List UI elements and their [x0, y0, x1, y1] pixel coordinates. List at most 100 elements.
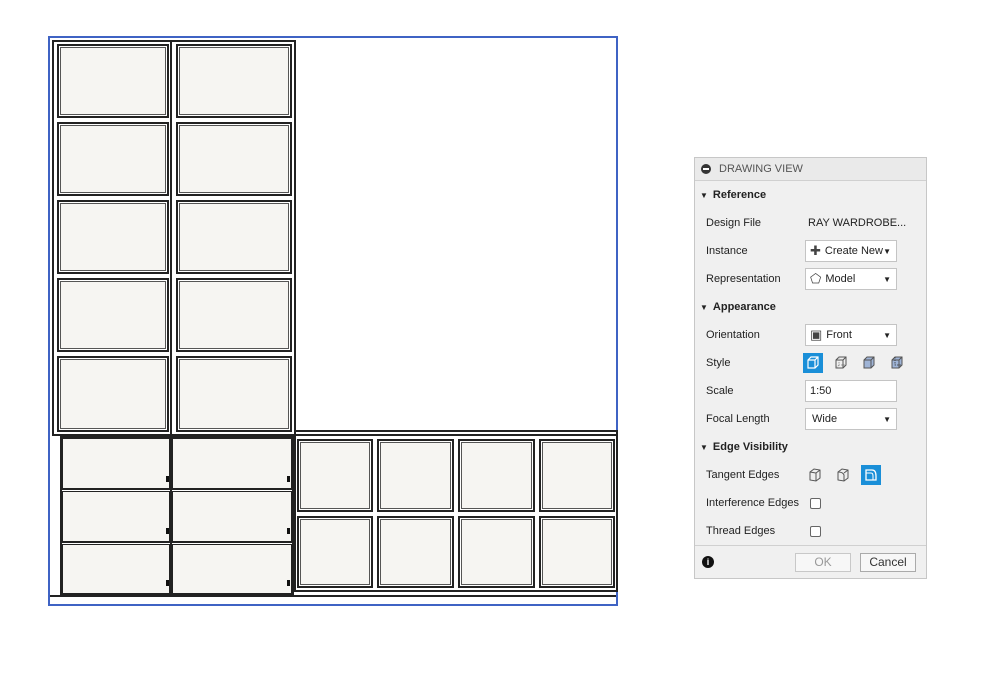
- representation-row: Representation ⬠ Model ▼: [695, 265, 926, 293]
- low-cabinet-top: [294, 434, 618, 436]
- drawer-handle: [166, 476, 169, 482]
- drawer-front: [172, 438, 292, 489]
- drawer-front: [62, 438, 170, 489]
- visible-edges-style-icon[interactable]: [803, 353, 823, 373]
- chevron-down-icon: ▼: [883, 330, 891, 340]
- interference-edges-label: Interference Edges: [706, 497, 799, 509]
- cabinet-door: [458, 516, 535, 588]
- cancel-button-label: Cancel: [869, 555, 907, 569]
- section-reference[interactable]: ▼ Reference: [695, 181, 926, 209]
- front-cube-icon: ▣: [810, 327, 823, 342]
- instance-dropdown[interactable]: ✚ Create New ▼: [805, 240, 897, 262]
- instance-value: Create New: [824, 245, 883, 257]
- focal-length-row: Focal Length Wide ▼: [695, 405, 926, 433]
- shaded-hidden-style-icon[interactable]: [887, 353, 907, 373]
- cabinet-door: [458, 439, 535, 512]
- drawer-handle: [166, 580, 169, 586]
- interference-edges-row: Interference Edges: [695, 489, 926, 517]
- instance-row: Instance ✚ Create New ▼: [695, 237, 926, 265]
- orientation-value: Front: [826, 329, 852, 341]
- collapse-icon[interactable]: [701, 164, 711, 174]
- orientation-row: Orientation ▣ Front ▼: [695, 321, 926, 349]
- drawer-front: [62, 544, 170, 594]
- drawer-divider: [62, 541, 294, 543]
- thread-edges-label: Thread Edges: [706, 525, 776, 537]
- dialog-header: DRAWING VIEW: [695, 158, 926, 181]
- drawer-front: [62, 491, 170, 542]
- shelf-panel: [176, 278, 292, 352]
- triangle-down-icon: ▼: [700, 442, 708, 452]
- chevron-down-icon: ▼: [883, 274, 891, 284]
- drawer-handle: [287, 528, 290, 534]
- shelf-panel: [176, 356, 292, 432]
- drawer-handle: [287, 580, 290, 586]
- cancel-button[interactable]: Cancel: [860, 552, 916, 572]
- orientation-label: Orientation: [706, 329, 760, 341]
- tall-unit-divider: [170, 40, 172, 436]
- thread-edges-row: Thread Edges: [695, 517, 926, 545]
- focal-length-dropdown[interactable]: Wide ▼: [805, 408, 897, 430]
- focal-length-label: Focal Length: [706, 413, 770, 425]
- section-reference-label: Reference: [712, 189, 767, 201]
- cabinet-door: [297, 439, 373, 512]
- section-edge-visibility[interactable]: ▼ Edge Visibility: [695, 433, 926, 461]
- representation-value: Model: [825, 273, 856, 285]
- tangent-edges-label: Tangent Edges: [706, 469, 780, 481]
- shelf-panel: [57, 122, 169, 196]
- section-appearance-label: Appearance: [712, 301, 776, 313]
- tangent-off-icon[interactable]: [805, 465, 825, 485]
- cabinet-door: [539, 439, 615, 512]
- ok-button[interactable]: OK: [795, 552, 851, 572]
- design-file-value: RAY WARDROBE...: [808, 217, 907, 229]
- cabinet-door: [377, 439, 454, 512]
- chevron-down-icon: ▼: [883, 246, 891, 256]
- drawing-view-dialog: DRAWING VIEW ▼ Reference Design File RAY…: [694, 157, 927, 579]
- representation-label: Representation: [706, 273, 781, 285]
- instance-label: Instance: [706, 245, 748, 257]
- section-edge-visibility-label: Edge Visibility: [712, 441, 788, 453]
- style-row: Style: [695, 349, 926, 377]
- plus-outline-icon: ✚: [810, 243, 821, 258]
- style-label: Style: [706, 357, 731, 369]
- scale-row: Scale 1:50: [695, 377, 926, 405]
- drawer-front: [172, 544, 292, 594]
- scale-value: 1:50: [810, 385, 832, 397]
- focal-length-value: Wide: [812, 413, 838, 425]
- tangent-edges-row: Tangent Edges: [695, 461, 926, 489]
- tangent-edges-options: [805, 465, 886, 485]
- triangle-down-icon: ▼: [700, 302, 708, 312]
- design-file-row: Design File RAY WARDROBE...: [695, 209, 926, 237]
- interference-edges-checkbox[interactable]: [810, 497, 821, 509]
- drawer-front: [172, 491, 292, 542]
- shelf-panel: [57, 200, 169, 274]
- shaded-style-icon[interactable]: [859, 353, 879, 373]
- drawing-view-preview[interactable]: [48, 36, 618, 606]
- cabinet-door: [297, 516, 373, 588]
- drawer-center-divider: [170, 436, 172, 596]
- chevron-down-icon: ▼: [883, 414, 891, 424]
- plinth-line: [50, 595, 616, 597]
- style-options: [803, 353, 912, 373]
- shelf-panel: [57, 278, 169, 352]
- scale-input[interactable]: 1:50: [805, 380, 897, 402]
- section-appearance[interactable]: ▼ Appearance: [695, 293, 926, 321]
- hidden-edges-style-icon[interactable]: [831, 353, 851, 373]
- drawer-handle: [166, 528, 169, 534]
- drawer-divider: [62, 488, 294, 490]
- shelf-panel: [176, 44, 292, 118]
- tangent-full-icon[interactable]: [833, 465, 853, 485]
- representation-dropdown[interactable]: ⬠ Model ▼: [805, 268, 897, 290]
- shelf-panel: [176, 200, 292, 274]
- model-icon: ⬠: [810, 271, 822, 286]
- shelf-panel: [57, 44, 169, 118]
- tangent-shortened-icon[interactable]: [861, 465, 882, 485]
- dialog-footer: i OK Cancel: [695, 545, 926, 578]
- shelf-panel: [57, 356, 169, 432]
- orientation-dropdown[interactable]: ▣ Front ▼: [805, 324, 897, 346]
- info-icon[interactable]: i: [702, 556, 714, 568]
- ok-button-label: OK: [814, 555, 832, 569]
- triangle-down-icon: ▼: [700, 190, 708, 200]
- thread-edges-checkbox[interactable]: [810, 525, 821, 537]
- drawer-handle: [287, 476, 290, 482]
- shelf-panel: [176, 122, 292, 196]
